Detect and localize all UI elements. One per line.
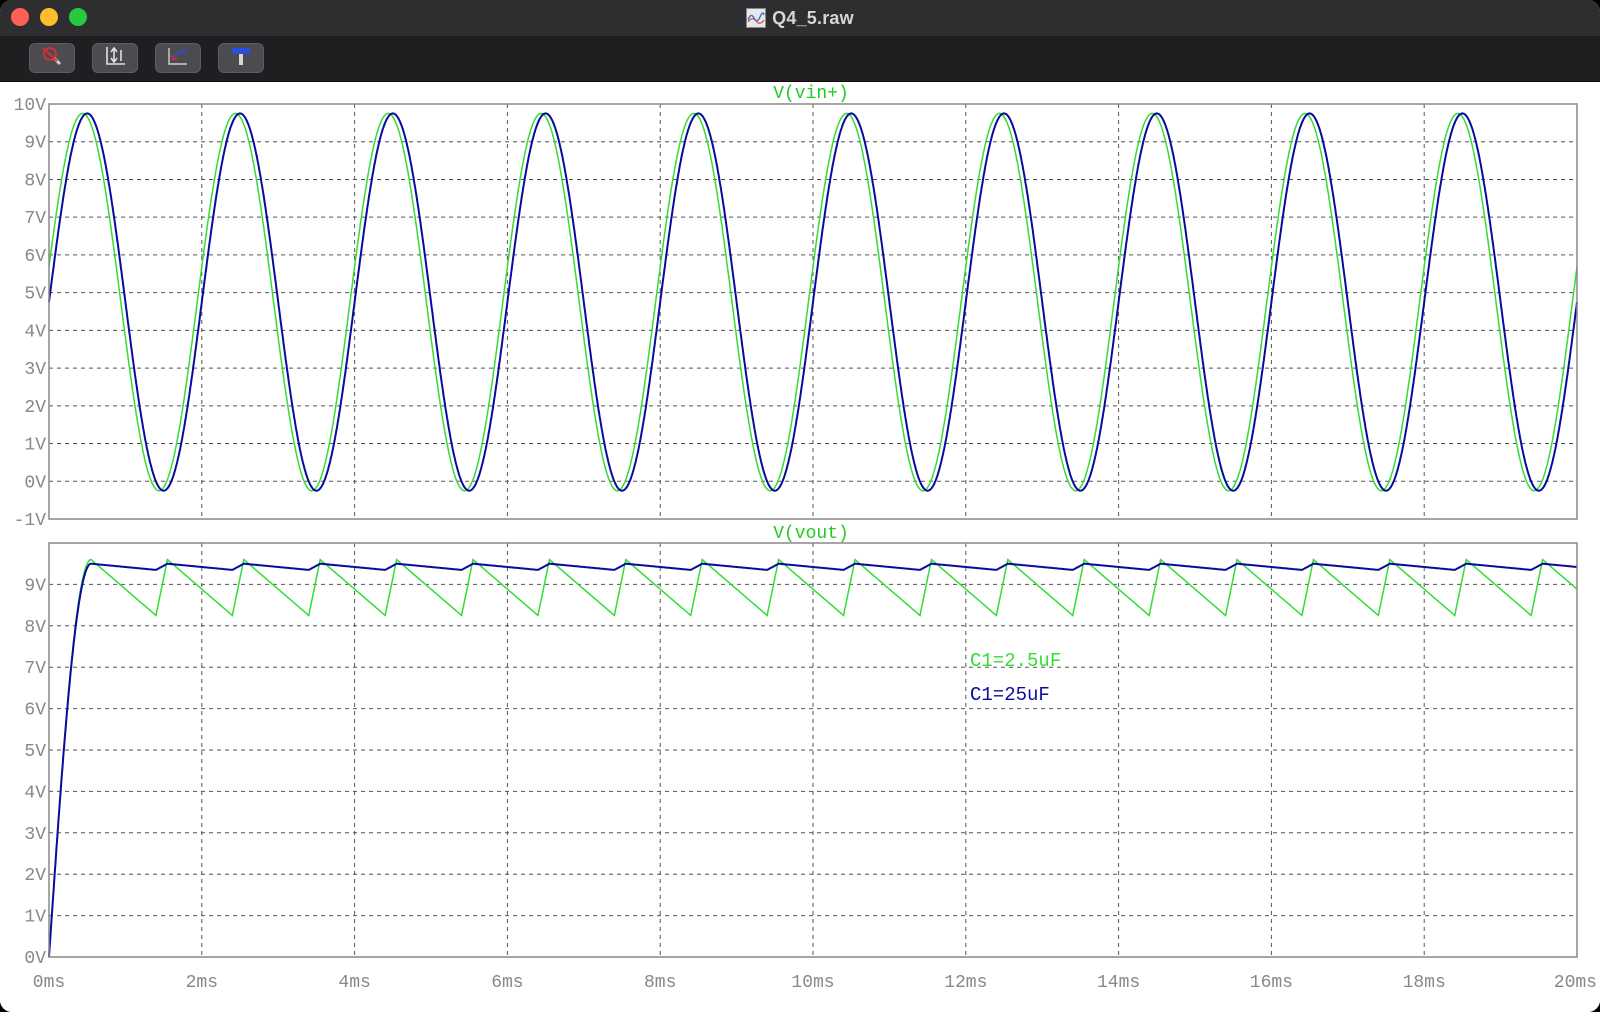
x-tick-label: 0ms [33, 973, 65, 993]
y-tick-label: 3V [24, 360, 46, 380]
y-tick-label: 10V [14, 96, 47, 116]
y-tick-label: 1V [24, 908, 46, 928]
x-tick-label: 6ms [491, 973, 523, 993]
y-tick-label: 4V [24, 783, 46, 803]
x-tick-label: 4ms [338, 973, 370, 993]
legend-c1-high: C1=25uF [970, 684, 1050, 706]
minimize-window-button[interactable] [40, 8, 58, 26]
y-tick-label: 7V [24, 659, 46, 679]
close-window-button[interactable] [11, 8, 29, 26]
x-tick-label: 8ms [644, 973, 676, 993]
x-tick-label: 16ms [1250, 973, 1293, 993]
curve-arrow-icon [165, 45, 191, 72]
autorange-button[interactable] [92, 43, 138, 73]
y-tick-label: 8V [24, 171, 46, 191]
axes-arrows-icon [102, 45, 128, 72]
y-tick-label: 0V [24, 473, 46, 493]
toolbar [0, 36, 1600, 82]
y-tick-label: 2V [24, 866, 46, 886]
x-tick-label: 14ms [1097, 973, 1140, 993]
waveform-viewer-window: Q4_5.raw V(vin+) -1V 0V 1V 2V 3V 4V 5V 6… [0, 0, 1600, 1012]
pane-vout-title: V(vout) [773, 524, 849, 544]
x-tick-label: 20ms [1554, 973, 1597, 993]
probe-tool-button[interactable] [29, 43, 75, 73]
magnifier-cross-icon [39, 45, 65, 72]
legend-c1-low: C1=2.5uF [970, 650, 1061, 672]
window-title-group: Q4_5.raw [0, 0, 1600, 36]
y-tick-label: -1V [14, 511, 47, 531]
y-tick-label: 9V [24, 576, 46, 596]
plot-area[interactable]: V(vin+) -1V 0V 1V 2V 3V 4V 5V 6V 7V 8V 9V 10V V(vou… [0, 82, 1600, 1012]
y-tick-label: 3V [24, 825, 46, 845]
hammer-icon [228, 45, 254, 72]
y-tick-label: 0V [24, 949, 46, 969]
pane-vout[interactable]: V(vout) 0V 1V 2V 3V 4V 5V 6V 7V 8V 9V C1=2.5uF C1… [24, 524, 1578, 969]
x-tick-label: 10ms [791, 973, 834, 993]
y-tick-label: 9V [24, 134, 46, 154]
pane-vin-title: V(vin+) [773, 84, 849, 104]
y-tick-label: 5V [24, 285, 46, 305]
plot-canvas[interactable]: V(vin+) -1V 0V 1V 2V 3V 4V 5V 6V 7V 8V 9V 10V V(vou… [0, 82, 1600, 1012]
y-tick-label: 6V [24, 701, 46, 721]
x-tick-label: 2ms [186, 973, 218, 993]
pane-vin[interactable]: V(vin+) -1V 0V 1V 2V 3V 4V 5V 6V 7V 8V 9V 10V [14, 84, 1578, 531]
y-tick-label: 5V [24, 742, 46, 762]
zoom-back-button[interactable] [155, 43, 201, 73]
title-bar[interactable]: Q4_5.raw [0, 0, 1600, 37]
waveform-file-icon [746, 8, 767, 28]
y-tick-label: 4V [24, 322, 46, 342]
y-tick-label: 1V [24, 436, 46, 456]
maximize-window-button[interactable] [69, 8, 87, 26]
y-tick-label: 2V [24, 398, 46, 418]
y-tick-label: 8V [24, 618, 46, 638]
window-title: Q4_5.raw [772, 7, 854, 28]
x-tick-label: 12ms [944, 973, 987, 993]
settings-button[interactable] [218, 43, 264, 73]
y-tick-label: 7V [24, 209, 46, 229]
x-axis-ticks: 0ms 2ms 4ms 6ms 8ms 10ms 12ms 14ms 16ms 18ms 20ms [33, 973, 1597, 993]
y-tick-label: 6V [24, 247, 46, 267]
x-tick-label: 18ms [1403, 973, 1446, 993]
